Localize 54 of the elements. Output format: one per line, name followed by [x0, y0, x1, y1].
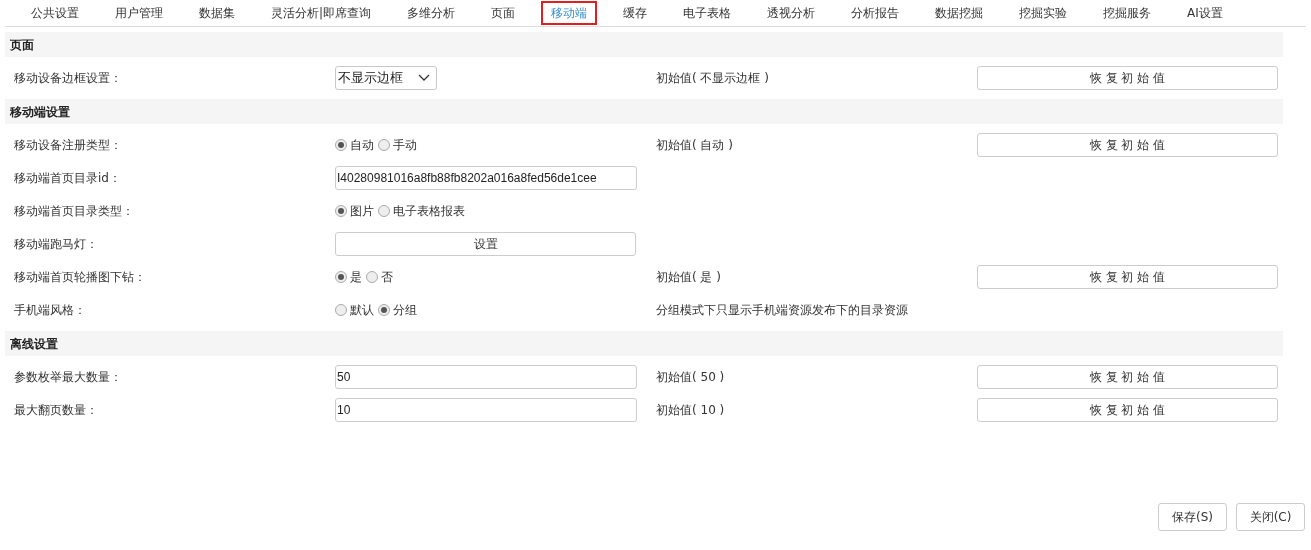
tab[interactable]: 灵活分析|即席查询: [261, 1, 382, 25]
input-field[interactable]: 50: [335, 364, 637, 389]
tab[interactable]: 挖掘服务: [1093, 1, 1162, 25]
input-field[interactable]: 10: [335, 397, 637, 422]
footer-button[interactable]: 关闭(C): [1236, 503, 1305, 531]
setting-label: 移动端首页轮播图下钻：: [13, 268, 147, 286]
radio-option[interactable]: 自动: [335, 135, 374, 154]
radio-option[interactable]: 电子表格报表: [378, 201, 465, 220]
footer-button[interactable]: 保存(S): [1158, 503, 1227, 531]
setup-button[interactable]: 设置: [335, 231, 636, 256]
section-header: 离线设置: [5, 331, 1283, 356]
tab[interactable]: 页面: [481, 1, 526, 25]
tab[interactable]: 挖掘实验: [1009, 1, 1078, 25]
setting-label: 手机端风格：: [13, 301, 87, 319]
radio-option[interactable]: 图片: [335, 201, 374, 220]
initial-value-text: 初始值( 50 ): [656, 369, 725, 384]
setting-label: 最大翻页数量：: [13, 401, 99, 419]
radio-option[interactable]: 是: [335, 267, 362, 286]
tab[interactable]: 公共设置: [21, 1, 89, 25]
tab[interactable]: 数据集: [189, 1, 245, 25]
setting-label: 移动端跑马灯：: [13, 235, 99, 253]
section-header: 移动端设置: [5, 99, 1283, 124]
radio-option[interactable]: 手动: [378, 135, 417, 154]
tab[interactable]: 多维分析: [397, 1, 466, 25]
reset-button[interactable]: 恢 复 初 始 值: [977, 264, 1278, 289]
initial-value-text: 初始值( 不显示边框 ): [656, 70, 769, 85]
reset-button[interactable]: 恢 复 初 始 值: [977, 397, 1278, 422]
input-field[interactable]: I40280981016a8fb88fb8202a016a8fed56de1cee: [335, 165, 637, 190]
tab[interactable]: 用户管理: [105, 1, 173, 25]
dropdown[interactable]: 不显示边框: [335, 65, 437, 90]
initial-value-text: 初始值( 是 ): [656, 269, 721, 284]
reset-button[interactable]: 恢 复 初 始 值: [977, 364, 1278, 389]
setting-label: 移动端首页目录id：: [13, 169, 122, 187]
initial-value-text: 初始值( 自动 ): [656, 137, 733, 152]
initial-value-text: 初始值( 10 ): [656, 402, 725, 417]
note-text: 分组模式下只显示手机端资源发布下的目录资源: [656, 302, 908, 317]
tab[interactable]: 分析报告: [841, 1, 910, 25]
chevron-down-icon: [418, 73, 430, 82]
reset-button[interactable]: 恢 复 初 始 值: [977, 65, 1278, 90]
setting-label: 参数枚举最大数量：: [13, 368, 123, 386]
tab[interactable]: AI设置: [1177, 1, 1233, 25]
setting-label: 移动设备边框设置：: [13, 69, 123, 87]
tab[interactable]: 电子表格: [673, 1, 742, 25]
setting-label: 移动设备注册类型：: [13, 136, 123, 154]
section-header: 页面: [5, 32, 1283, 57]
radio-option[interactable]: 分组: [378, 300, 417, 319]
reset-button[interactable]: 恢 复 初 始 值: [977, 132, 1278, 157]
radio-option[interactable]: 否: [366, 267, 393, 286]
setting-label: 移动端首页目录类型：: [13, 202, 135, 220]
radio-option[interactable]: 默认: [335, 300, 374, 319]
tab[interactable]: 缓存: [613, 1, 658, 25]
tab[interactable]: 移动端: [541, 1, 598, 25]
tab[interactable]: 数据挖掘: [925, 1, 994, 25]
tab[interactable]: 透视分析: [757, 1, 826, 25]
